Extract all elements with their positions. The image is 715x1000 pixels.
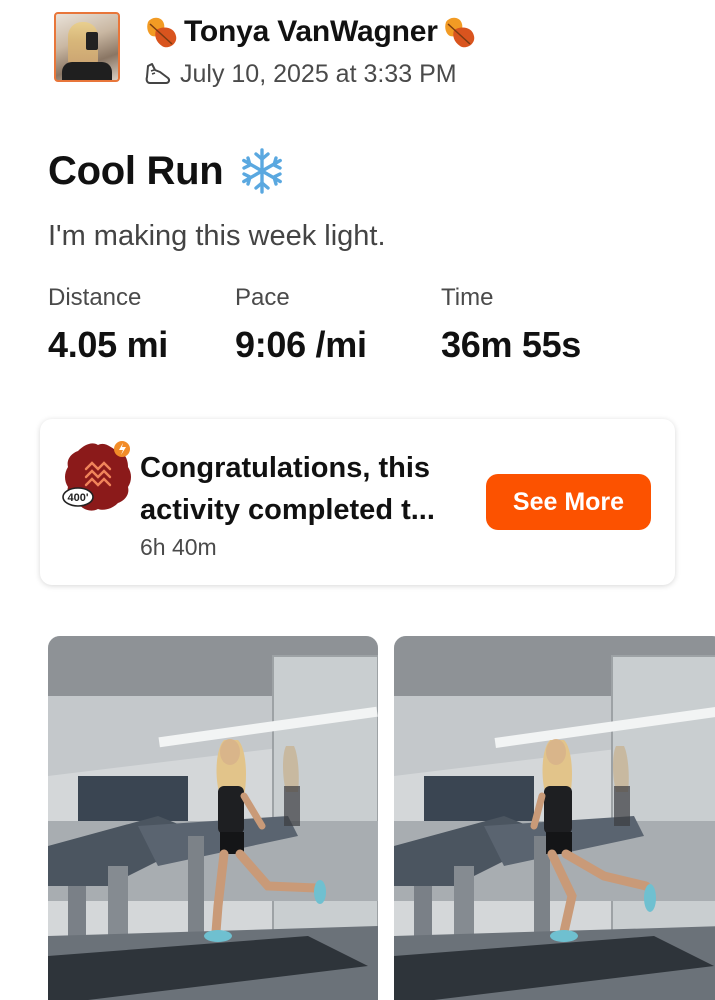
activity-title-row: Cool Run [48,146,287,196]
activity-header: Tonya VanWagner July 10, 2025 at 3:33 PM [0,0,715,110]
activity-description: I'm making this week light. [48,220,386,252]
activity-title[interactable]: Cool Run [48,149,224,194]
stat-time: Time 36m 55s [441,284,581,366]
activity-date-row: July 10, 2025 at 3:33 PM [142,58,457,90]
achievement-message: Congratulations, this activity completed… [140,452,435,526]
athlete-avatar[interactable] [54,12,120,82]
activity-date: July 10, 2025 at 3:33 PM [180,59,457,88]
badge-text: 400' [68,492,89,504]
stat-value: 4.05 mi [48,324,168,365]
stat-label: Pace [235,284,290,311]
stat-label: Distance [48,284,142,311]
athlete-name-row[interactable]: Tonya VanWagner [142,12,480,52]
treadmill-run-photo [394,636,715,1000]
activity-photo[interactable] [48,636,378,1000]
run-shoe-icon [145,63,171,84]
achievement-card[interactable]: 400' Congratulations, this activity comp… [40,419,675,585]
stat-distance: Distance 4.05 mi [48,284,168,366]
snowflake-icon [242,148,283,194]
treadmill-run-photo [48,636,378,1000]
activity-photo[interactable] [394,636,715,1000]
autumn-leaf-icon [444,17,474,48]
stat-value: 9:06 /mi [235,324,367,365]
stat-pace: Pace 9:06 /mi [235,284,367,366]
autumn-leaf-icon [147,17,177,48]
elevation-badge-icon: 400' [62,441,131,511]
avatar-phone [86,32,98,50]
stat-value: 36m 55s [441,324,582,365]
achievement-time: 6h 40m [140,534,217,560]
see-more-button[interactable]: See More [486,474,651,530]
athlete-name[interactable]: Tonya VanWagner [184,15,438,49]
avatar-shirt [62,62,112,80]
stat-label: Time [441,284,494,311]
